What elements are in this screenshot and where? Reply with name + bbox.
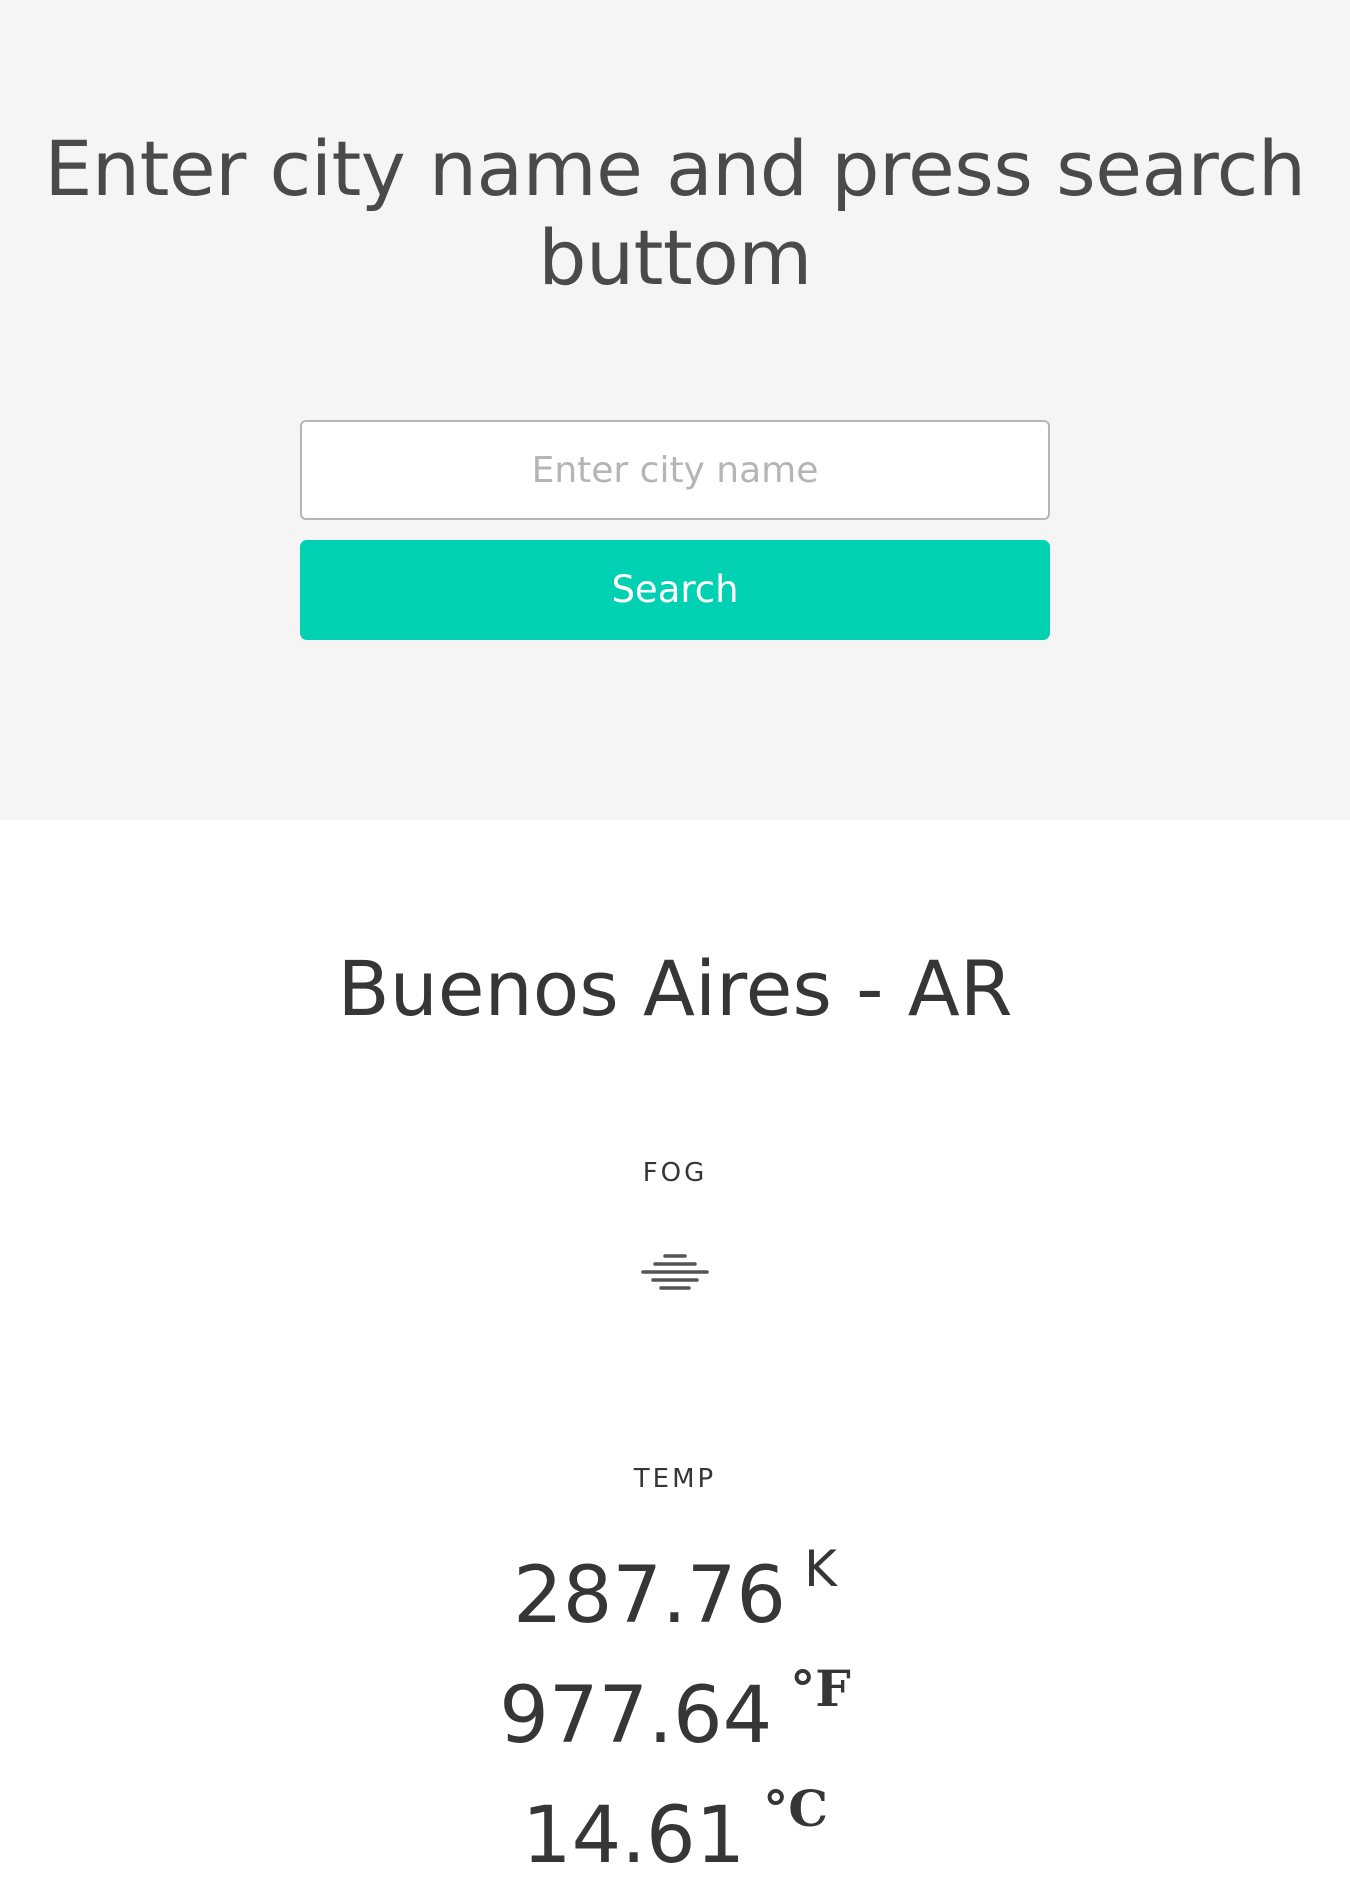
temp-kelvin: 287.76 K xyxy=(0,1524,1350,1641)
search-button[interactable]: Search xyxy=(300,540,1050,640)
city-search-input[interactable] xyxy=(300,420,1050,520)
city-title: Buenos Aires - AR xyxy=(337,944,1013,1033)
temp-kelvin-unit: K xyxy=(804,1540,837,1598)
temp-fahrenheit: 977.64 °F xyxy=(0,1644,1350,1761)
weather-condition-label: FOG xyxy=(642,1158,708,1188)
temp-label: TEMP xyxy=(633,1464,717,1494)
fog-icon xyxy=(641,1254,709,1290)
temp-celsius-value: 14.61 xyxy=(521,1791,746,1881)
temp-fahrenheit-unit: °F xyxy=(790,1659,851,1718)
temp-celsius: 14.61 °C xyxy=(0,1764,1350,1881)
temp-celsius-unit: °C xyxy=(763,1779,829,1838)
temp-kelvin-value: 287.76 xyxy=(513,1551,787,1641)
page-title: Enter city name and press search buttom xyxy=(44,124,1306,302)
temp-fahrenheit-value: 977.64 xyxy=(499,1671,773,1761)
search-hero: Enter city name and press search buttom … xyxy=(0,0,1350,820)
